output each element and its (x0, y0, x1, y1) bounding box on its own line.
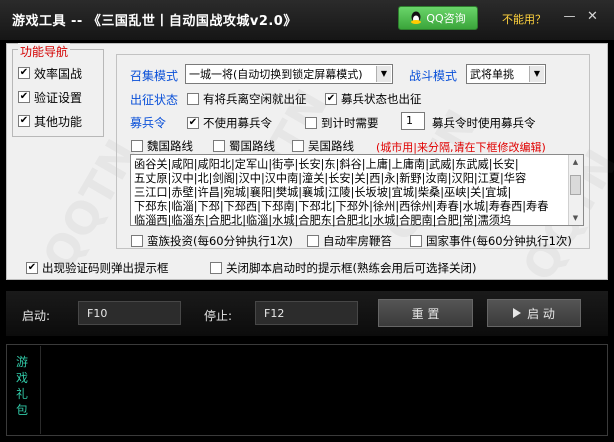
opt-recruit-state[interactable]: ✔ 募兵状态也出征 (325, 91, 422, 107)
recruit-mode-value: 一城一将(自动切换到锁定屏幕模式) (189, 68, 363, 81)
gift-divider (40, 346, 41, 434)
battle-mode-select[interactable]: 武将单挑 ▼ (466, 64, 546, 84)
nav-item-label: 其他功能 (34, 114, 83, 129)
opt-barbarian-label: 蛮族投资(每60分钟执行1次) (147, 234, 293, 248)
checkbox[interactable]: ✔ (18, 91, 30, 103)
reset-label: 重 置 (411, 306, 440, 321)
checkbox[interactable]: ✔ (18, 67, 30, 79)
scrollbar-thumb[interactable] (570, 175, 581, 195)
start-hotkey-label: 启动: (22, 309, 51, 323)
route-textarea[interactable]: 函谷关|咸阳|咸阳北|定军山|街亭|长安|东|斜谷|上庸|上庸南|武威|东武威|… (130, 154, 584, 227)
gift-panel (6, 344, 608, 436)
nav-item-label: 验证设置 (34, 90, 83, 105)
opt-auto-jail-label: 自动牢房鞭笞 (323, 234, 392, 248)
opt-no-recruit-order-label: 不使用募兵令 (203, 116, 272, 130)
checkbox[interactable] (292, 140, 304, 152)
nav-item-other[interactable]: ✔ 其他功能 (18, 113, 102, 129)
recruit-mode-label: 召集模式 (130, 69, 179, 83)
checkbox[interactable] (213, 140, 225, 152)
recruit-order-label: 募兵令 (130, 116, 167, 130)
battle-mode-label: 战斗模式 (409, 69, 458, 83)
nav-item-label: 效率国战 (34, 66, 83, 81)
nav-title: 功能导航 (18, 43, 71, 60)
opt-no-recruit-order[interactable]: ✔ 不使用募兵令 (187, 115, 272, 131)
checkbox[interactable] (410, 235, 422, 247)
checkbox[interactable] (187, 93, 199, 105)
start-hotkey-input[interactable]: F10 (78, 301, 181, 325)
close-button[interactable]: ✕ (584, 9, 601, 24)
nav-item-verification[interactable]: ✔ 验证设置 (18, 89, 102, 105)
route-wu-label: 吴国路线 (308, 139, 354, 153)
opt-state-event-label: 国家事件(每60分钟执行1次) (426, 234, 572, 248)
qq-consult-label: QQ咨询 (426, 12, 466, 25)
stop-hotkey-input[interactable]: F12 (255, 301, 358, 325)
route-wei[interactable]: 魏国路线 (131, 138, 193, 154)
play-icon (513, 308, 522, 318)
opt-close-tip[interactable]: 关闭脚本启动时的提示框(熟练会用后可选择关闭) (210, 260, 476, 276)
checkbox[interactable] (307, 235, 319, 247)
checkbox[interactable]: ✔ (325, 93, 337, 105)
unavailable-help-link[interactable]: 不能用？ (502, 11, 546, 27)
route-wu[interactable]: 吴国路线 (292, 138, 354, 154)
route-shu[interactable]: 蜀国路线 (213, 138, 275, 154)
opt-idle-troops[interactable]: 有将兵离空闲就出征 (187, 91, 307, 107)
checkbox[interactable]: ✔ (187, 117, 199, 129)
start-label: 启 动 (527, 306, 555, 321)
checkbox[interactable] (131, 235, 143, 247)
opt-timer-need-label: 到计时需要 (321, 116, 379, 130)
scroll-up-icon[interactable]: ▲ (569, 156, 582, 168)
checkbox[interactable]: ✔ (18, 115, 30, 127)
qq-penguin-icon (411, 11, 422, 24)
gift-label[interactable]: 游戏礼包 (14, 354, 30, 418)
scroll-down-icon[interactable]: ▼ (569, 212, 582, 224)
route-hint: (城市用|来分隔,请在下框修改编辑) (376, 141, 546, 154)
opt-idle-troops-label: 有将兵离空闲就出征 (203, 92, 307, 106)
minimize-button[interactable]: — (561, 9, 578, 24)
battle-mode-value: 武将单挑 (470, 68, 514, 81)
opt-state-event[interactable]: 国家事件(每60分钟执行1次) (410, 233, 572, 249)
chevron-down-icon: ▼ (529, 66, 544, 82)
opt-barbarian[interactable]: 蛮族投资(每60分钟执行1次) (131, 233, 293, 249)
checkbox[interactable] (305, 117, 317, 129)
expedition-label: 出征状态 (130, 93, 179, 107)
opt-captcha-popup[interactable]: ✔ 出现验证码则弹出提示框 (26, 260, 169, 276)
start-button[interactable]: 启 动 (487, 299, 581, 327)
chevron-down-icon: ▼ (376, 66, 391, 82)
timer-suffix: 募兵令时使用募兵令 (432, 116, 536, 130)
route-shu-label: 蜀国路线 (229, 139, 275, 153)
qq-consult-button[interactable]: QQ咨询 (398, 6, 478, 30)
timer-input[interactable]: 1 (401, 112, 425, 130)
window-title: 游戏工具 -- 《三国乱世丨自动国战攻城v2.0》 (12, 14, 297, 29)
route-line: 临淄西|临淄东|合肥北|临淄|水城|合肥东|合肥北|水城|合肥南|合肥|常|濡须… (134, 214, 512, 227)
reset-button[interactable]: 重 置 (378, 299, 473, 327)
opt-timer-need[interactable]: 到计时需要 (305, 115, 379, 131)
checkbox[interactable] (131, 140, 143, 152)
checkbox[interactable] (210, 262, 222, 274)
recruit-mode-select[interactable]: 一城一将(自动切换到锁定屏幕模式) ▼ (185, 64, 393, 84)
stop-hotkey-label: 停止: (204, 309, 233, 323)
checkbox[interactable]: ✔ (26, 262, 38, 274)
route-wei-label: 魏国路线 (147, 139, 193, 153)
opt-close-tip-label: 关闭脚本启动时的提示框(熟练会用后可选择关闭) (226, 261, 477, 275)
opt-recruit-state-label: 募兵状态也出征 (341, 92, 422, 106)
nav-item-efficiency[interactable]: ✔ 效率国战 (18, 65, 102, 81)
opt-captcha-popup-label: 出现验证码则弹出提示框 (42, 261, 169, 275)
opt-auto-jail[interactable]: 自动牢房鞭笞 (307, 233, 392, 249)
